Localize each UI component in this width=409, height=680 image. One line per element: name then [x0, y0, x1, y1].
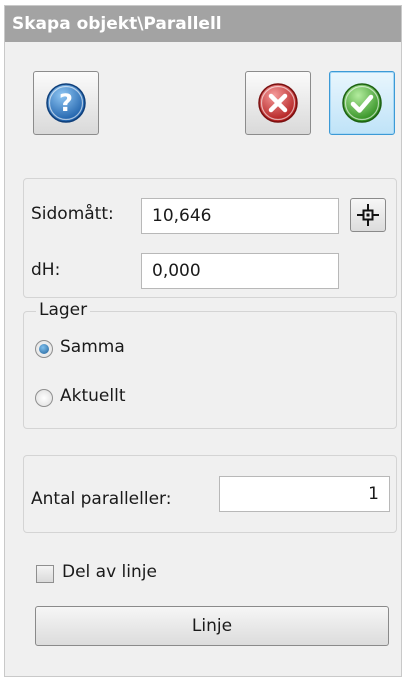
checkmark-icon — [342, 83, 382, 123]
parallels-label: Antal paralleller: — [31, 489, 172, 509]
radio-samma-label[interactable]: Samma — [60, 337, 125, 357]
parallels-count-input[interactable]: 1 — [219, 476, 390, 512]
dh-input[interactable]: 0,000 — [141, 253, 339, 289]
window-title: Skapa objekt\Parallell — [5, 6, 401, 42]
lager-group: Lager Samma Aktuellt — [23, 300, 397, 429]
ok-button[interactable] — [329, 71, 395, 135]
crosshair-icon — [357, 204, 379, 226]
radio-aktuellt-label[interactable]: Aktuellt — [60, 386, 126, 406]
cancel-button[interactable] — [245, 71, 311, 135]
radio-samma[interactable] — [35, 340, 53, 358]
lager-title: Lager — [36, 300, 91, 320]
cancel-icon — [258, 83, 298, 123]
sidomatt-label: Sidomått: — [31, 204, 114, 224]
sidomatt-input[interactable]: 10,646 — [141, 198, 339, 234]
svg-text:?: ? — [59, 89, 73, 117]
line-button[interactable]: Linje — [35, 606, 389, 646]
radio-aktuellt[interactable] — [35, 389, 53, 407]
help-button[interactable]: ? — [33, 71, 99, 135]
part-of-line-label[interactable]: Del av linje — [62, 562, 157, 582]
help-icon: ? — [46, 83, 86, 123]
parallels-group: Antal paralleller: 1 — [23, 455, 397, 533]
pick-distance-button[interactable] — [350, 198, 386, 232]
measure-group: Sidomått: 10,646 dH: 0,000 — [23, 178, 397, 298]
dh-label: dH: — [31, 260, 61, 280]
part-of-line-checkbox[interactable] — [36, 565, 54, 583]
parallel-dialog: Skapa objekt\Parallell ? Sidomått: 10,64… — [4, 5, 402, 677]
